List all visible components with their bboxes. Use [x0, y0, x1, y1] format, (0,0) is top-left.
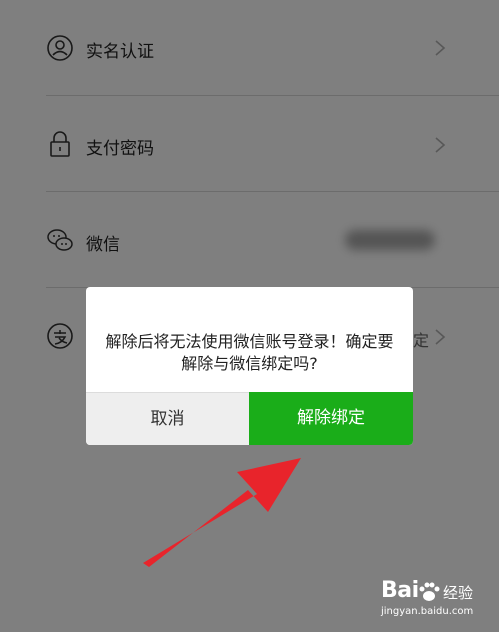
watermark-brand: Bai	[381, 578, 419, 603]
watermark-url: jingyan.baidu.com	[381, 606, 474, 617]
baidu-jingyan-watermark: Bai 经验 jingyan.baidu.com	[381, 578, 493, 622]
red-arrow-icon	[143, 458, 301, 567]
paw-icon	[417, 580, 441, 604]
watermark-name: 经验	[443, 584, 474, 602]
